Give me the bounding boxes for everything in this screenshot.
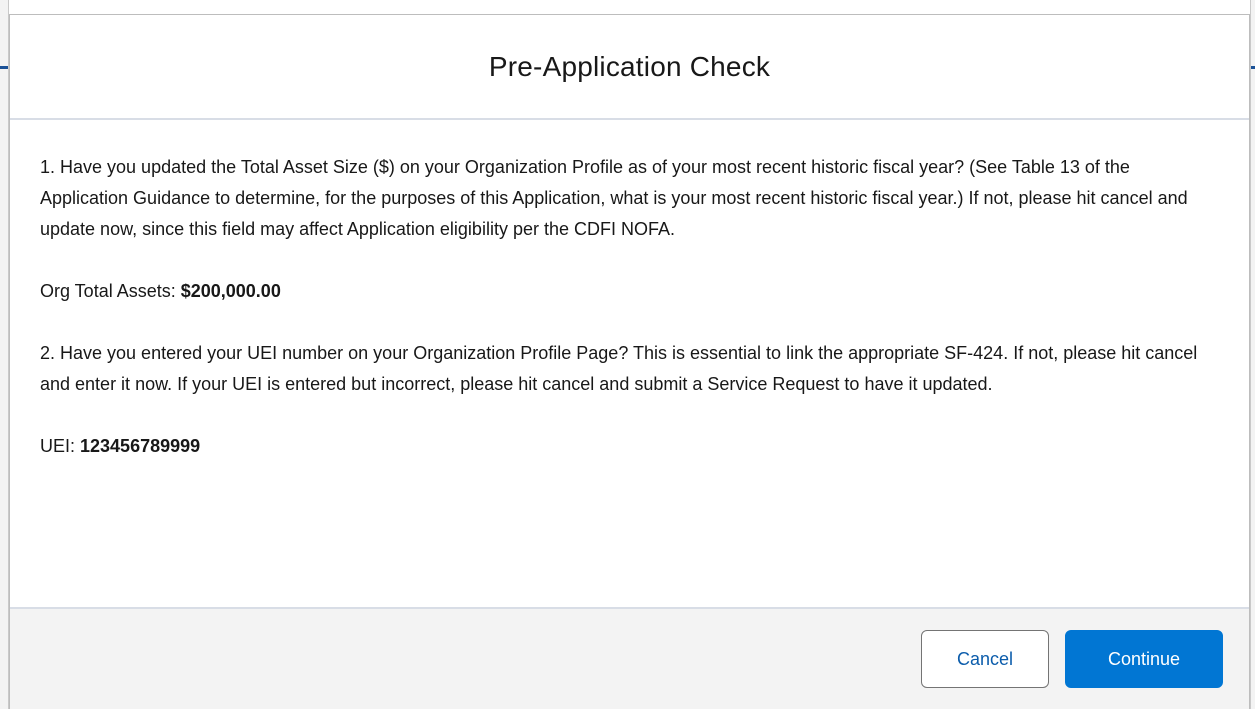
pre-application-check-modal: Pre-Application Check 1. Have you update… [9,14,1250,709]
uei-field: UEI: 123456789999 [40,431,1219,462]
background-header-bar-left [0,66,8,69]
org-total-assets-label: Org Total Assets: [40,281,181,301]
modal-title: Pre-Application Check [488,50,771,82]
question-1-text: 1. Have you updated the Total Asset Size… [40,157,1188,239]
background-page-right-edge [1250,0,1255,709]
cancel-button[interactable]: Cancel [921,630,1049,688]
uei-label: UEI: [40,436,81,456]
question-2-text: 2. Have you entered your UEI number on y… [40,343,1198,394]
background-header-bar-right [1251,66,1255,69]
org-total-assets-field: Org Total Assets: $200,000.00 [40,276,1219,307]
background-page-left-edge [0,0,9,709]
continue-button[interactable]: Continue [1065,630,1223,688]
uei-value: 123456789999 [80,436,201,456]
modal-header: Pre-Application Check [10,15,1249,120]
org-total-assets-value: $200,000.00 [180,281,281,301]
modal-footer: Cancel Continue [10,607,1249,709]
modal-body: 1. Have you updated the Total Asset Size… [10,120,1249,607]
